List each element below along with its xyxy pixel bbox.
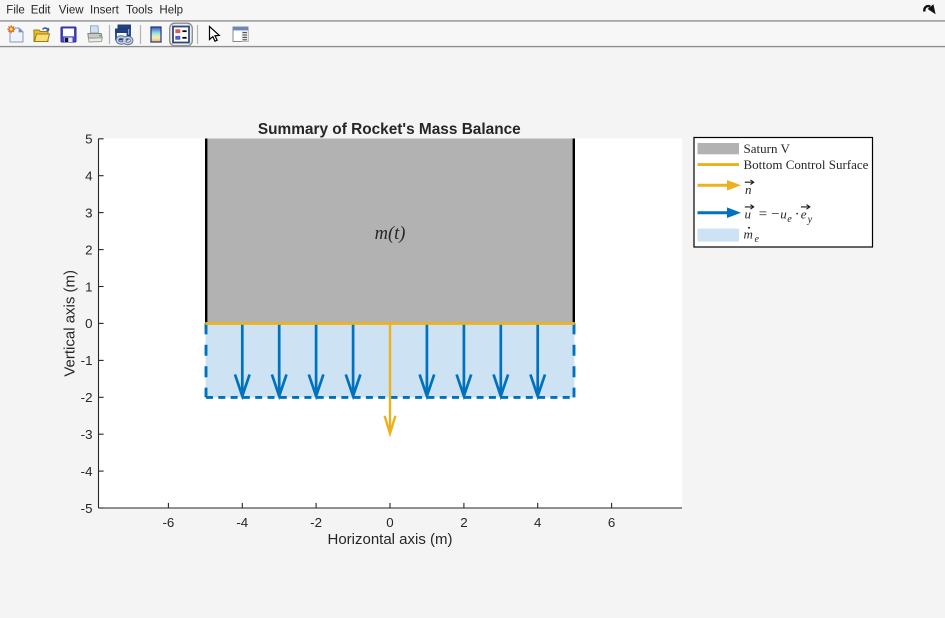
svg-text:u: u <box>780 206 787 221</box>
svg-text:File: File <box>6 5 25 17</box>
svg-text:=: = <box>759 206 767 222</box>
svg-text:0: 0 <box>386 515 393 530</box>
svg-text:Saturn V: Saturn V <box>744 141 791 156</box>
svg-text:-6: -6 <box>162 515 174 530</box>
svg-text:Bottom Control Surface: Bottom Control Surface <box>744 157 869 172</box>
svg-text:-2: -2 <box>81 390 93 405</box>
svg-text:Horizontal axis (m): Horizontal axis (m) <box>327 531 452 548</box>
svg-text:Help: Help <box>159 5 183 17</box>
svg-text:0: 0 <box>85 316 92 331</box>
svg-text:6: 6 <box>608 515 615 530</box>
svg-text:3: 3 <box>85 205 92 220</box>
svg-text:-1: -1 <box>81 353 93 368</box>
svg-text:View: View <box>59 5 84 17</box>
svg-text:2: 2 <box>460 515 467 530</box>
svg-text:Vertical axis (m): Vertical axis (m) <box>61 270 78 377</box>
svg-text:m: m <box>744 227 753 242</box>
svg-text:-2: -2 <box>310 515 322 530</box>
svg-text:Insert: Insert <box>90 5 120 17</box>
svg-text:−: − <box>771 206 779 222</box>
svg-text:e: e <box>755 234 760 245</box>
svg-text:·: · <box>795 206 800 222</box>
svg-text:-3: -3 <box>81 427 93 442</box>
svg-text:m(t): m(t) <box>375 224 406 244</box>
svg-text:4: 4 <box>85 169 92 184</box>
svg-text:Summary of Rocket's Mass Balan: Summary of Rocket's Mass Balance <box>258 121 521 138</box>
svg-text:5: 5 <box>85 132 92 147</box>
svg-text:4: 4 <box>534 515 541 530</box>
svg-text:2: 2 <box>85 242 92 257</box>
svg-text:e: e <box>787 214 792 225</box>
svg-text:Tools: Tools <box>126 5 153 17</box>
svg-text:-4: -4 <box>81 464 93 479</box>
svg-text:1: 1 <box>85 279 92 294</box>
svg-text:-4: -4 <box>236 515 248 530</box>
svg-text:Edit: Edit <box>31 5 52 17</box>
svg-text:e: e <box>801 206 807 221</box>
svg-text:-5: -5 <box>81 501 93 516</box>
svg-text:y: y <box>807 214 813 225</box>
